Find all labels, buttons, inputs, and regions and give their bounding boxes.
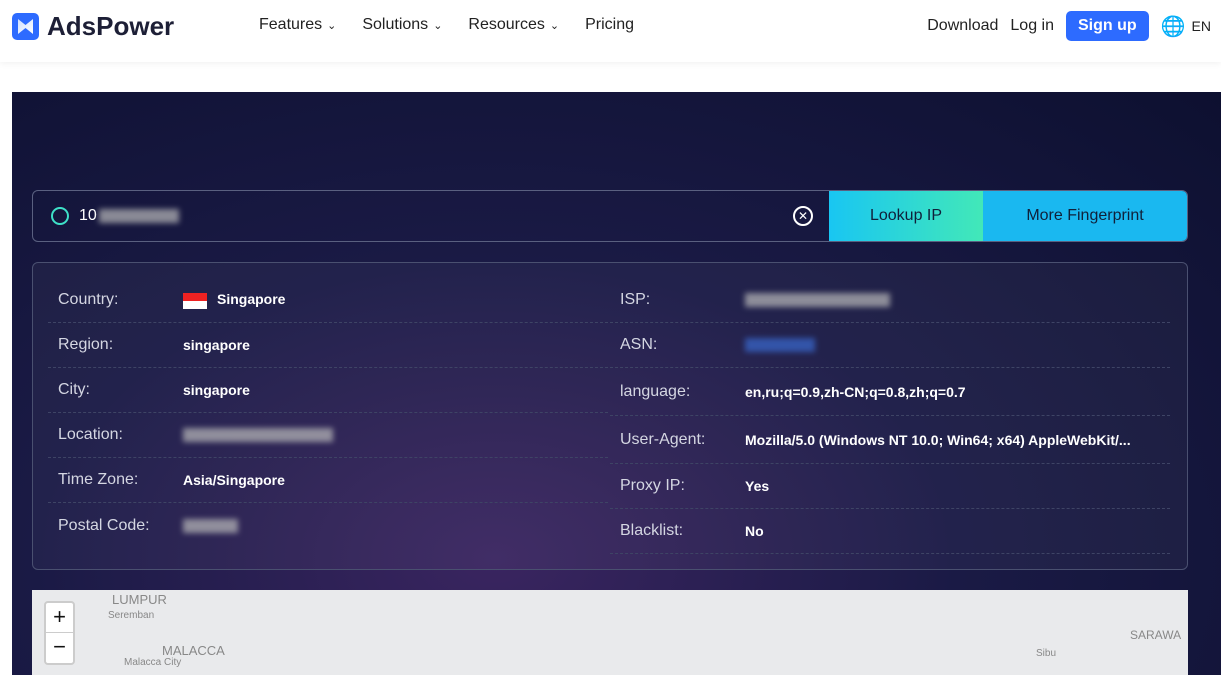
zoom-out-button[interactable]: − <box>46 633 73 663</box>
nav-solutions[interactable]: Solutions ⌄ <box>362 16 442 34</box>
more-fingerprint-button[interactable]: More Fingerprint <box>983 191 1187 241</box>
search-icon <box>51 207 69 225</box>
info-row-proxy: Proxy IP: Yes <box>610 464 1170 509</box>
download-link[interactable]: Download <box>927 17 998 35</box>
zoom-in-button[interactable]: + <box>46 603 73 633</box>
adspower-logo-icon <box>12 13 39 40</box>
info-row-blacklist: Blacklist: No <box>610 509 1170 554</box>
map-label: Malacca City <box>124 657 182 668</box>
info-row-region: Region: singapore <box>48 323 608 368</box>
info-row-postal: Postal Code: <box>48 503 608 548</box>
top-nav: AdsPower Features ⌄ Solutions ⌄ Resources ⌄… <box>0 0 1221 62</box>
globe-icon[interactable]: 🌐 <box>1161 14 1186 39</box>
nav-pricing[interactable]: Pricing <box>585 16 634 34</box>
map-label: SARAWA <box>1130 628 1182 642</box>
info-row-city: City: singapore <box>48 368 608 413</box>
ip-search-input[interactable]: 10 ✕ <box>33 191 829 241</box>
map-label: LUMPUR <box>112 592 167 607</box>
logo[interactable]: AdsPower <box>12 11 174 42</box>
brand-name: AdsPower <box>47 11 175 41</box>
chevron-down-icon: ⌄ <box>433 20 443 32</box>
nav-resources[interactable]: Resources ⌄ <box>468 16 559 34</box>
map-label: Sibu <box>1036 648 1057 659</box>
language-selector[interactable]: EN <box>1192 18 1211 34</box>
singapore-flag-icon <box>183 292 207 309</box>
info-row-location: Location: <box>48 413 608 458</box>
map-label: MALACCA <box>162 643 225 658</box>
ip-lookup-panel: 10 ✕ Lookup IP More Fingerprint Country:… <box>12 92 1221 675</box>
nav-features[interactable]: Features ⌄ <box>259 16 336 34</box>
chevron-down-icon: ⌄ <box>549 20 560 32</box>
search-bar: 10 ✕ Lookup IP More Fingerprint <box>32 190 1188 242</box>
lookup-ip-button[interactable]: Lookup IP <box>829 191 983 241</box>
info-row-isp: ISP: <box>610 278 1170 323</box>
info-row-language: language: en,ru;q=0.9,zh-CN;q=0.8,zh;q=0.… <box>610 368 1170 416</box>
map-label: Seremban <box>108 610 155 621</box>
location-map[interactable]: + − LUMPUR Seremban MALACCA Malacca City … <box>32 590 1188 675</box>
signup-button[interactable]: Sign up <box>1065 11 1149 41</box>
clear-icon[interactable]: ✕ <box>793 206 813 226</box>
info-row-asn: ASN: <box>610 323 1170 368</box>
info-row-timezone: Time Zone: Asia/Singapore <box>48 458 608 503</box>
info-row-country: Country: Singapore <box>48 278 608 323</box>
ip-info-card: Country: Singapore Region: singapore City:… <box>32 262 1188 570</box>
login-link[interactable]: Log in <box>1010 17 1054 35</box>
chevron-down-icon: ⌄ <box>327 20 337 32</box>
info-row-user-agent: User-Agent: Mozilla/5.0 (Windows NT 10.0;… <box>610 416 1170 464</box>
ip-value: 10 <box>79 207 97 224</box>
